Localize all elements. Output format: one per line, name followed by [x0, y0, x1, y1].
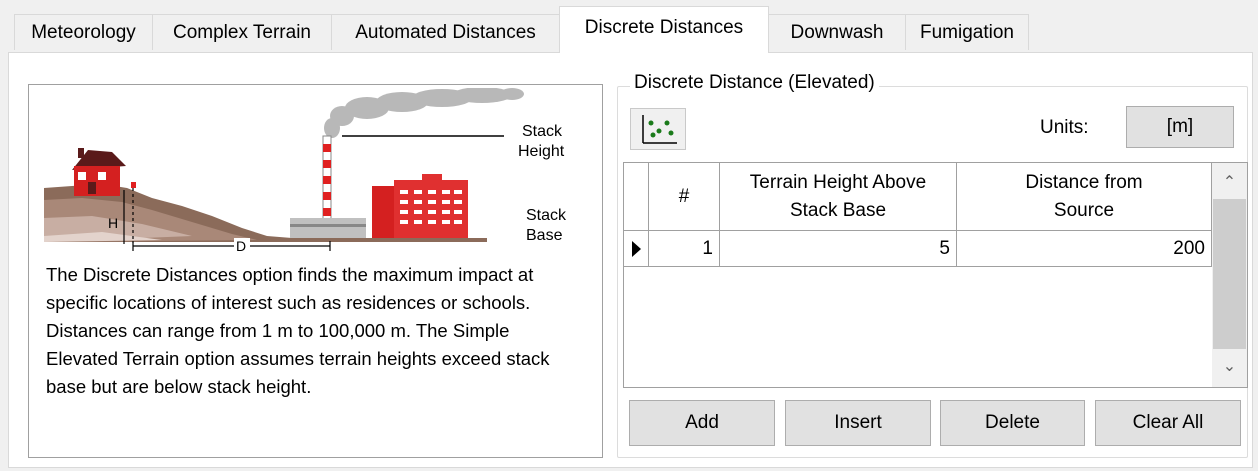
- scroll-down-icon[interactable]: ⌄: [1212, 356, 1247, 376]
- current-row-arrow-icon: [632, 240, 641, 257]
- stack-height-label-1: Stack: [522, 123, 563, 140]
- smoke-plume: [324, 88, 524, 138]
- col-header-distance: Distance from Source: [957, 163, 1212, 231]
- scrollbar-thumb[interactable]: [1213, 199, 1246, 349]
- add-button[interactable]: Add: [629, 400, 775, 446]
- tab-complex-terrain[interactable]: Complex Terrain: [152, 14, 332, 50]
- tab-discrete-distances[interactable]: Discrete Distances: [559, 6, 769, 53]
- group-title: Discrete Distance (Elevated): [630, 72, 879, 94]
- clear-all-button[interactable]: Clear All: [1095, 400, 1241, 446]
- col-header-num: #: [649, 163, 720, 231]
- distance-cell[interactable]: 200: [957, 231, 1212, 267]
- distance-grid[interactable]: # Terrain Height Above Stack Base Distan…: [623, 162, 1248, 388]
- stack-base-label-1: Stack: [526, 207, 567, 224]
- stack-base-label-2: Base: [526, 227, 563, 244]
- d-label: D: [236, 238, 246, 254]
- tab-fumigation[interactable]: Fumigation: [905, 14, 1029, 50]
- tab-automated-distances[interactable]: Automated Distances: [331, 14, 560, 50]
- scatter-plot-button[interactable]: [630, 108, 686, 150]
- tab-meteorology[interactable]: Meteorology: [14, 14, 153, 50]
- tab-strip: Meteorology Complex Terrain Automated Di…: [0, 0, 1258, 53]
- h-label: H: [108, 215, 118, 231]
- factory-icon: [372, 174, 468, 238]
- col-header-terrain-height: Terrain Height Above Stack Base: [720, 163, 957, 231]
- tab-downwash[interactable]: Downwash: [768, 14, 906, 50]
- insert-button[interactable]: Insert: [785, 400, 931, 446]
- scatter-plot-icon: [642, 115, 677, 144]
- stack-height-label-2: Height: [518, 143, 565, 160]
- row-num-cell[interactable]: 1: [649, 231, 720, 267]
- scroll-up-icon[interactable]: ⌃: [1212, 172, 1247, 192]
- units-button[interactable]: [m]: [1126, 106, 1234, 148]
- description-text: The Discrete Distances option finds the …: [46, 264, 550, 397]
- terrain-illustration: H D Stack Height Stack Base: [44, 88, 567, 254]
- row-selector[interactable]: [624, 231, 649, 267]
- row-selector-header: [624, 163, 649, 231]
- terrain-height-cell[interactable]: 5: [720, 231, 957, 267]
- delete-button[interactable]: Delete: [940, 400, 1085, 446]
- units-label: Units:: [1040, 117, 1089, 138]
- house-icon: [72, 148, 126, 196]
